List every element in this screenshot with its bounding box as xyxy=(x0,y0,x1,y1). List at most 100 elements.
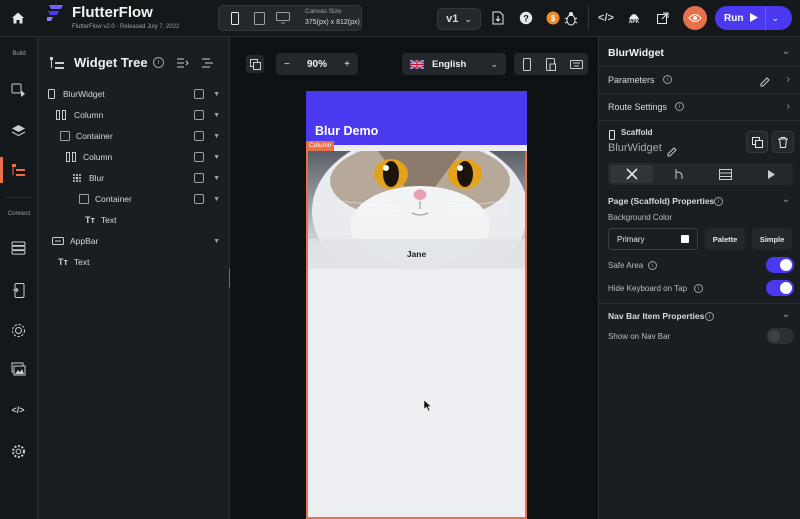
tree-item-column[interactable]: Column ▼ xyxy=(66,147,228,167)
info-icon[interactable]: i xyxy=(663,75,672,84)
info-icon[interactable]: i xyxy=(714,197,723,206)
add-child-icon[interactable] xyxy=(194,110,204,120)
custom-code-icon[interactable] xyxy=(8,320,28,340)
language-dropdown[interactable]: English ⌄ xyxy=(402,53,506,75)
credits-coin-icon[interactable]: $ xyxy=(545,10,561,26)
chevron-down-icon[interactable]: ▼ xyxy=(213,91,220,98)
chevron-down-icon[interactable]: ⌄ xyxy=(771,13,779,24)
collapse-all-icon[interactable] xyxy=(176,56,190,70)
phone-preview-icon[interactable] xyxy=(520,57,534,71)
tab-properties-tools-icon[interactable] xyxy=(610,165,653,183)
chevron-down-icon[interactable]: ▼ xyxy=(213,133,220,140)
help-icon[interactable]: ? xyxy=(518,10,534,26)
custom-functions-icon[interactable]: </> xyxy=(8,400,28,420)
device-frame-icon[interactable] xyxy=(544,57,558,71)
container-widget-icon xyxy=(79,194,89,204)
settings-gear-icon[interactable] xyxy=(8,441,28,461)
tree-item-appbar[interactable]: AppBar ▼ xyxy=(52,231,228,251)
expand-all-icon[interactable] xyxy=(201,56,215,70)
tab-animations-play-icon[interactable] xyxy=(750,165,793,183)
info-icon[interactable]: i xyxy=(153,57,164,68)
show-on-nav-bar-toggle[interactable] xyxy=(766,328,794,344)
code-view-icon[interactable]: </> xyxy=(597,10,615,26)
chevron-down-icon[interactable]: ⌄ xyxy=(782,46,790,57)
debug-bug-icon[interactable] xyxy=(562,9,580,27)
zoom-in-button[interactable]: + xyxy=(344,59,350,70)
tree-item-column[interactable]: Column ▼ xyxy=(56,105,228,125)
hide-keyboard-toggle[interactable] xyxy=(766,280,794,296)
preview-eye-icon[interactable] xyxy=(683,6,707,30)
phone-device-icon[interactable] xyxy=(229,10,241,26)
chevron-down-icon[interactable]: ▼ xyxy=(213,154,220,161)
zoom-level: 90% xyxy=(306,58,327,70)
palette-button[interactable]: Palette xyxy=(705,228,745,250)
build-section-label: Build xyxy=(12,51,26,57)
tablet-device-icon[interactable] xyxy=(252,10,266,26)
edit-pencil-icon[interactable] xyxy=(760,74,770,92)
chevron-down-icon: ⌄ xyxy=(490,58,498,69)
version-label: v1 xyxy=(446,13,459,25)
tree-item-blur[interactable]: Blur ▼ xyxy=(72,168,228,188)
divider xyxy=(599,66,800,67)
background-color-picker[interactable]: Primary xyxy=(608,228,698,250)
tree-item-label: Text xyxy=(100,215,117,225)
delete-trash-icon[interactable] xyxy=(772,131,794,153)
simple-button[interactable]: Simple xyxy=(752,228,792,250)
chevron-down-icon[interactable]: ▼ xyxy=(213,238,220,245)
run-button[interactable]: Run ⌄ xyxy=(715,6,792,30)
chevron-right-icon[interactable]: › xyxy=(787,101,790,112)
chevron-down-icon[interactable]: ⌄ xyxy=(782,309,790,320)
apk-icon[interactable]: APK xyxy=(625,9,643,27)
info-icon[interactable]: i xyxy=(675,102,684,111)
keyboard-icon[interactable] xyxy=(568,57,584,71)
info-icon[interactable]: i xyxy=(705,312,714,321)
chevron-down-icon[interactable]: ▼ xyxy=(213,112,220,119)
add-child-icon[interactable] xyxy=(194,173,204,183)
tree-item-text[interactable]: Tт Text xyxy=(58,252,228,272)
text-widget-icon: Tт xyxy=(58,257,68,267)
tree-item-label: Column xyxy=(83,152,113,162)
chevron-down-icon[interactable]: ▼ xyxy=(213,196,220,203)
duplicate-icon[interactable] xyxy=(746,131,768,153)
divider xyxy=(599,303,800,304)
media-assets-icon[interactable] xyxy=(8,359,28,379)
edit-pencil-icon[interactable] xyxy=(667,144,677,162)
canvas-size-value[interactable]: 375(px) x 812(px) xyxy=(305,19,360,26)
safe-area-toggle[interactable] xyxy=(766,257,794,273)
storyboard-icon[interactable] xyxy=(8,80,28,100)
database-icon[interactable] xyxy=(8,238,28,258)
copy-screenshot-icon[interactable] xyxy=(246,55,264,73)
chevron-right-icon[interactable]: › xyxy=(787,74,790,85)
tree-item-label: Text xyxy=(73,257,90,267)
parameters-label: Parameters xyxy=(608,75,655,85)
blur-overlay[interactable]: Jane xyxy=(308,239,525,269)
info-icon[interactable]: i xyxy=(648,261,657,270)
chevron-down-icon[interactable]: ▼ xyxy=(213,175,220,182)
tree-item-container[interactable]: Container ▼ xyxy=(79,189,228,209)
zoom-out-button[interactable]: − xyxy=(284,59,290,70)
tree-item-blurwidget[interactable]: BlurWidget ▼ xyxy=(48,84,228,104)
chevron-down-icon[interactable]: ⌄ xyxy=(782,194,790,205)
home-icon[interactable] xyxy=(8,8,28,28)
open-external-icon[interactable] xyxy=(655,10,671,26)
add-child-icon[interactable] xyxy=(194,131,204,141)
widget-tree-nav-icon[interactable] xyxy=(8,160,28,180)
app-bar[interactable]: Blur Demo xyxy=(306,91,527,145)
layers-icon[interactable] xyxy=(8,120,28,140)
text-widget-icon: Tт xyxy=(85,215,95,225)
download-code-icon[interactable] xyxy=(490,10,506,26)
tab-backend-query-icon[interactable] xyxy=(704,165,747,183)
app-version: FlutterFlow v2.0 - Released July 7, 2022 xyxy=(72,24,180,30)
add-child-icon[interactable] xyxy=(194,194,204,204)
selection-tag: Column xyxy=(306,141,335,151)
info-icon[interactable]: i xyxy=(694,284,703,293)
background-color-label: Background Color xyxy=(608,213,673,222)
add-child-icon[interactable] xyxy=(194,89,204,99)
tab-actions-icon[interactable] xyxy=(657,165,700,183)
tree-item-container[interactable]: Container ▼ xyxy=(60,126,228,146)
app-settings-icon[interactable] xyxy=(8,280,28,300)
add-child-icon[interactable] xyxy=(194,152,204,162)
version-dropdown[interactable]: v1 ⌄ xyxy=(437,8,481,30)
tree-item-text[interactable]: Tт Text xyxy=(85,210,228,230)
desktop-device-icon[interactable] xyxy=(275,10,291,26)
